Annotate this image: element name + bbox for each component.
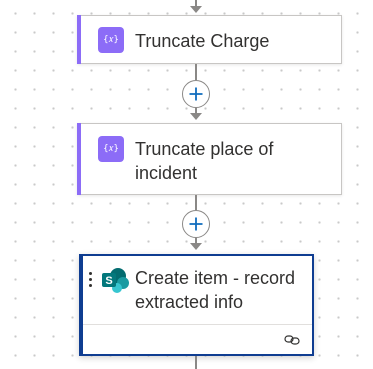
action-card-create-item[interactable]: S Create item - record extracted info — [79, 254, 314, 356]
svg-text:S: S — [105, 275, 112, 287]
insert-step-button[interactable] — [182, 80, 210, 108]
action-card-truncate-charge[interactable]: {𝑥} Truncate Charge — [77, 15, 342, 64]
link-icon[interactable] — [284, 334, 300, 346]
sharepoint-icon: S — [102, 268, 129, 293]
arrow-down-icon — [190, 113, 202, 120]
card-title: Create item - record extracted info — [135, 268, 296, 312]
action-card-truncate-place[interactable]: {𝑥} Truncate place of incident — [77, 123, 342, 195]
compose-icon: {𝑥} — [98, 136, 124, 162]
drag-handle[interactable] — [89, 272, 93, 287]
card-title: Truncate Charge — [135, 31, 270, 51]
arrow-down-icon — [190, 6, 202, 13]
compose-icon: {𝑥} — [98, 27, 124, 53]
card-accent-stripe — [77, 15, 81, 64]
arrow-down-icon — [190, 243, 202, 250]
plus-icon — [189, 87, 203, 101]
card-footer — [83, 324, 312, 354]
insert-step-button[interactable] — [182, 210, 210, 238]
connector-line — [195, 356, 197, 369]
card-accent-stripe — [77, 123, 81, 195]
plus-icon — [189, 217, 203, 231]
card-title: Truncate place of incident — [135, 139, 274, 183]
connector-line — [195, 195, 197, 210]
connector-line — [195, 64, 197, 80]
